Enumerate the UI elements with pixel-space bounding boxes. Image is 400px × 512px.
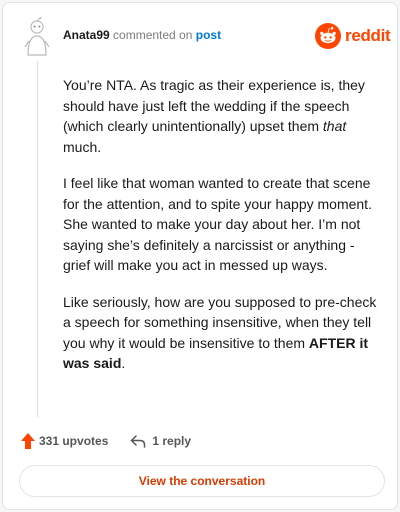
reddit-logo[interactable]: reddit (315, 23, 391, 49)
upvote-count: 331 upvotes (39, 434, 109, 448)
view-conversation-button[interactable]: View the conversation (19, 465, 385, 497)
comment-header: Anata99 commented on post (63, 28, 221, 42)
header-action-text: commented on (113, 28, 193, 42)
reply-count: 1 reply (152, 434, 192, 448)
thread-line (37, 61, 38, 417)
comment-card: Anata99 commented on post reddit You’re … (2, 2, 398, 510)
reply-arrow-icon (131, 435, 146, 448)
username-link[interactable]: Anata99 (63, 28, 110, 42)
upvote-arrow-icon (21, 433, 35, 449)
upvote-button[interactable]: 331 upvotes (21, 433, 108, 449)
comment-paragraph-3: Like seriously, how are you supposed to … (63, 293, 377, 372)
user-avatar-icon[interactable] (21, 17, 53, 57)
comment-paragraph-1: You’re NTA. As tragic as their experienc… (63, 77, 365, 155)
comment-paragraph-2: I feel like that woman wanted to create … (63, 175, 372, 273)
comment-footer: 331 upvotes 1 reply (21, 433, 191, 449)
comment-body: You’re NTA. As tragic as their experienc… (63, 75, 383, 390)
reply-button[interactable]: 1 reply (130, 434, 191, 448)
reddit-snoo-icon (315, 23, 341, 49)
post-link[interactable]: post (196, 28, 221, 42)
reddit-wordmark: reddit (345, 26, 391, 45)
